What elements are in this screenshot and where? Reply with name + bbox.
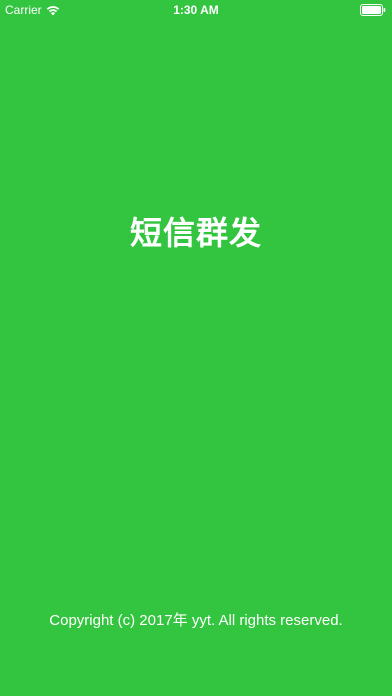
status-time: 1:30 AM bbox=[173, 3, 219, 17]
copyright-text: Copyright (c) 2017年 yyt. All rights rese… bbox=[49, 612, 343, 629]
status-bar: Carrier 1:30 AM bbox=[0, 0, 392, 20]
battery-icon bbox=[360, 4, 386, 16]
app-title: 短信群发 bbox=[129, 214, 262, 252]
